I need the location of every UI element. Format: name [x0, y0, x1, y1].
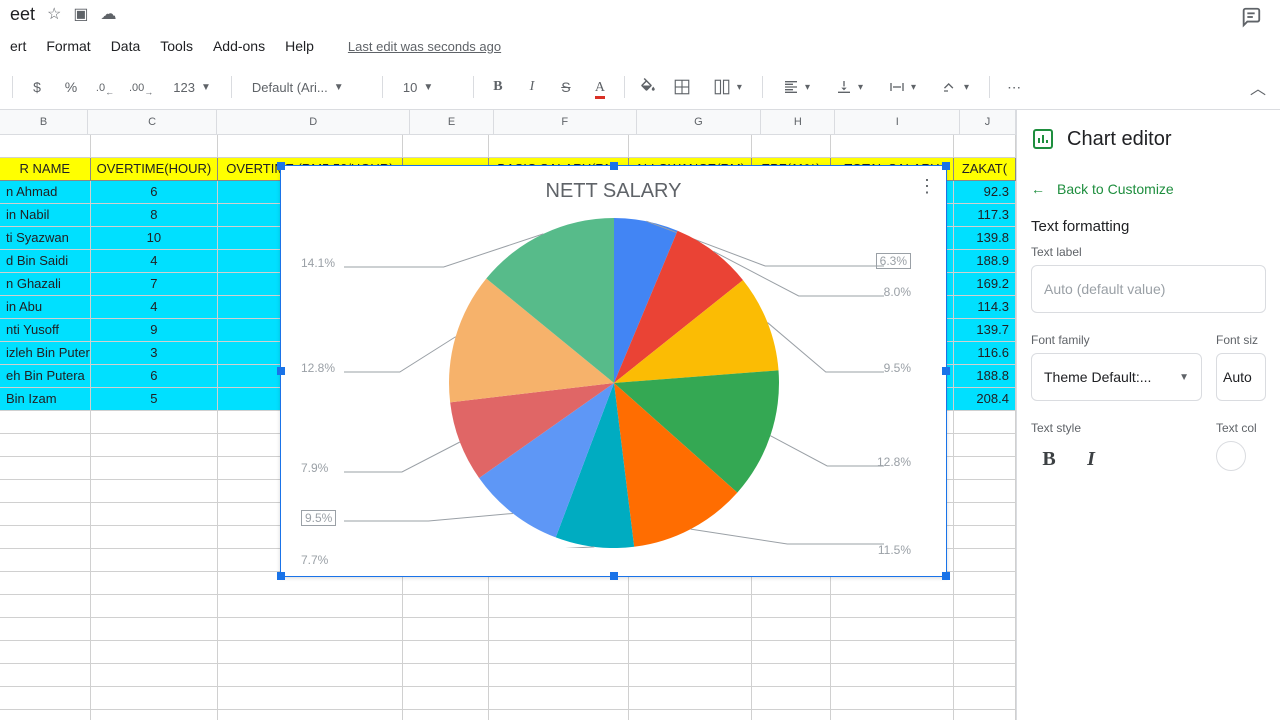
font-family-label: Font family — [1031, 333, 1202, 347]
chart-menu-icon[interactable]: ⋮ — [918, 176, 936, 197]
decrease-decimal-button[interactable]: .0← — [95, 78, 115, 97]
toolbar: $ % .0← .00→ 123▼ Default (Ari...▼ 10▼ B… — [0, 65, 1280, 110]
back-to-customize[interactable]: ← Back to Customize — [1031, 168, 1266, 210]
col-H[interactable]: H — [761, 110, 835, 134]
font-family-select[interactable]: Default (Ari...▼ — [246, 78, 368, 97]
table-row[interactable] — [0, 664, 1016, 687]
valign-button[interactable]: ▾ — [830, 77, 869, 97]
menubar: ert Format Data Tools Add-ons Help Last … — [0, 28, 1280, 65]
chart-title: NETT SALARY — [281, 180, 946, 203]
star-icon[interactable]: ☆ — [47, 4, 61, 24]
table-row[interactable] — [0, 687, 1016, 710]
italic-button[interactable]: I — [522, 79, 542, 95]
menu-addons[interactable]: Add-ons — [213, 38, 265, 54]
italic-toggle[interactable]: I — [1073, 441, 1109, 477]
font-size-select[interactable]: 10▼ — [397, 78, 459, 97]
col-G[interactable]: G — [637, 110, 762, 134]
table-row[interactable] — [0, 595, 1016, 618]
chart-editor-panel: Chart editor ← Back to Customize Text fo… — [1016, 110, 1280, 720]
currency-button[interactable]: $ — [27, 79, 47, 95]
font-size-select[interactable]: Auto — [1216, 353, 1266, 401]
col-J[interactable]: J — [960, 110, 1016, 134]
chart-icon — [1031, 127, 1055, 151]
wrap-button[interactable]: ▾ — [883, 77, 922, 97]
edit-status[interactable]: Last edit was seconds ago — [348, 39, 501, 54]
text-color-swatch[interactable] — [1216, 441, 1246, 471]
slice-label[interactable]: 9.5% — [301, 510, 336, 526]
panel-header: Chart editor — [1031, 110, 1266, 168]
fill-color-button[interactable] — [639, 78, 659, 96]
strikethrough-button[interactable]: S — [556, 79, 576, 95]
col-C[interactable]: C — [88, 110, 217, 134]
panel-title: Chart editor — [1067, 128, 1172, 151]
resize-handle[interactable] — [610, 162, 618, 170]
text-color-label: Text col — [1216, 421, 1266, 435]
titlebar: eet ☆ ▣ ☁ — [0, 0, 1280, 28]
percent-button[interactable]: % — [61, 79, 81, 95]
embedded-chart[interactable]: ⋮ NETT SALARY 6.3% 8.0% 9.5% 12.8% 11.5%… — [280, 165, 947, 577]
slice-label: 11.5% — [878, 543, 911, 557]
table-row[interactable] — [0, 641, 1016, 664]
slice-label: 7.7% — [301, 553, 328, 567]
menu-tools[interactable]: Tools — [160, 38, 193, 54]
more-button[interactable]: ⋯ — [1004, 79, 1024, 96]
halign-button[interactable]: ▾ — [777, 77, 816, 97]
resize-handle[interactable] — [942, 572, 950, 580]
column-headers: B C D E F G H I J — [0, 110, 1016, 135]
menu-data[interactable]: Data — [111, 38, 141, 54]
font-family-select[interactable]: Theme Default:...▼ — [1031, 353, 1202, 401]
resize-handle[interactable] — [277, 162, 285, 170]
bold-toggle[interactable]: B — [1031, 441, 1067, 477]
pie-chart — [284, 208, 944, 548]
table-row[interactable] — [0, 710, 1016, 720]
font-size-label: Font siz — [1216, 333, 1266, 347]
move-icon[interactable]: ▣ — [73, 4, 88, 24]
text-color-button[interactable]: A — [590, 78, 610, 96]
arrow-left-icon: ← — [1031, 181, 1045, 197]
col-B[interactable]: B — [0, 110, 88, 134]
spreadsheet-area[interactable]: B C D E F G H I J R NAME OVERTIME(HOUR) … — [0, 110, 1016, 720]
col-F[interactable]: F — [494, 110, 637, 134]
text-label-caption: Text label — [1031, 245, 1266, 259]
menu-format[interactable]: Format — [46, 38, 90, 54]
slice-label: 8.0% — [884, 285, 911, 299]
resize-handle[interactable] — [277, 572, 285, 580]
doc-title[interactable]: eet — [10, 4, 35, 25]
bold-button[interactable]: B — [488, 79, 508, 95]
borders-button[interactable] — [673, 78, 693, 96]
merge-button[interactable]: ▾ — [707, 76, 748, 98]
col-E[interactable]: E — [410, 110, 493, 134]
slice-label: 7.9% — [301, 461, 328, 475]
rotate-button[interactable]: ▾ — [936, 77, 975, 97]
increase-decimal-button[interactable]: .00→ — [129, 78, 153, 97]
number-format-select[interactable]: 123▼ — [167, 78, 217, 97]
col-D[interactable]: D — [217, 110, 410, 134]
table-row[interactable] — [0, 618, 1016, 641]
slice-label: 12.8% — [877, 455, 911, 469]
section-heading: Text formatting — [1031, 218, 1266, 235]
cloud-icon[interactable]: ☁ — [101, 4, 117, 24]
text-style-label: Text style — [1031, 421, 1202, 435]
slice-label: 12.8% — [301, 361, 335, 375]
comments-icon[interactable] — [1240, 6, 1262, 31]
menu-help[interactable]: Help — [285, 38, 314, 54]
slice-label[interactable]: 6.3% — [876, 253, 911, 269]
text-label-input[interactable]: Auto (default value) — [1031, 265, 1266, 313]
menu-insert[interactable]: ert — [10, 38, 26, 54]
resize-handle[interactable] — [610, 572, 618, 580]
collapse-toolbar-button[interactable]: ︿ — [1248, 75, 1268, 99]
resize-handle[interactable] — [942, 162, 950, 170]
col-I[interactable]: I — [835, 110, 960, 134]
slice-label: 9.5% — [884, 361, 911, 375]
slice-label: 14.1% — [301, 256, 335, 270]
